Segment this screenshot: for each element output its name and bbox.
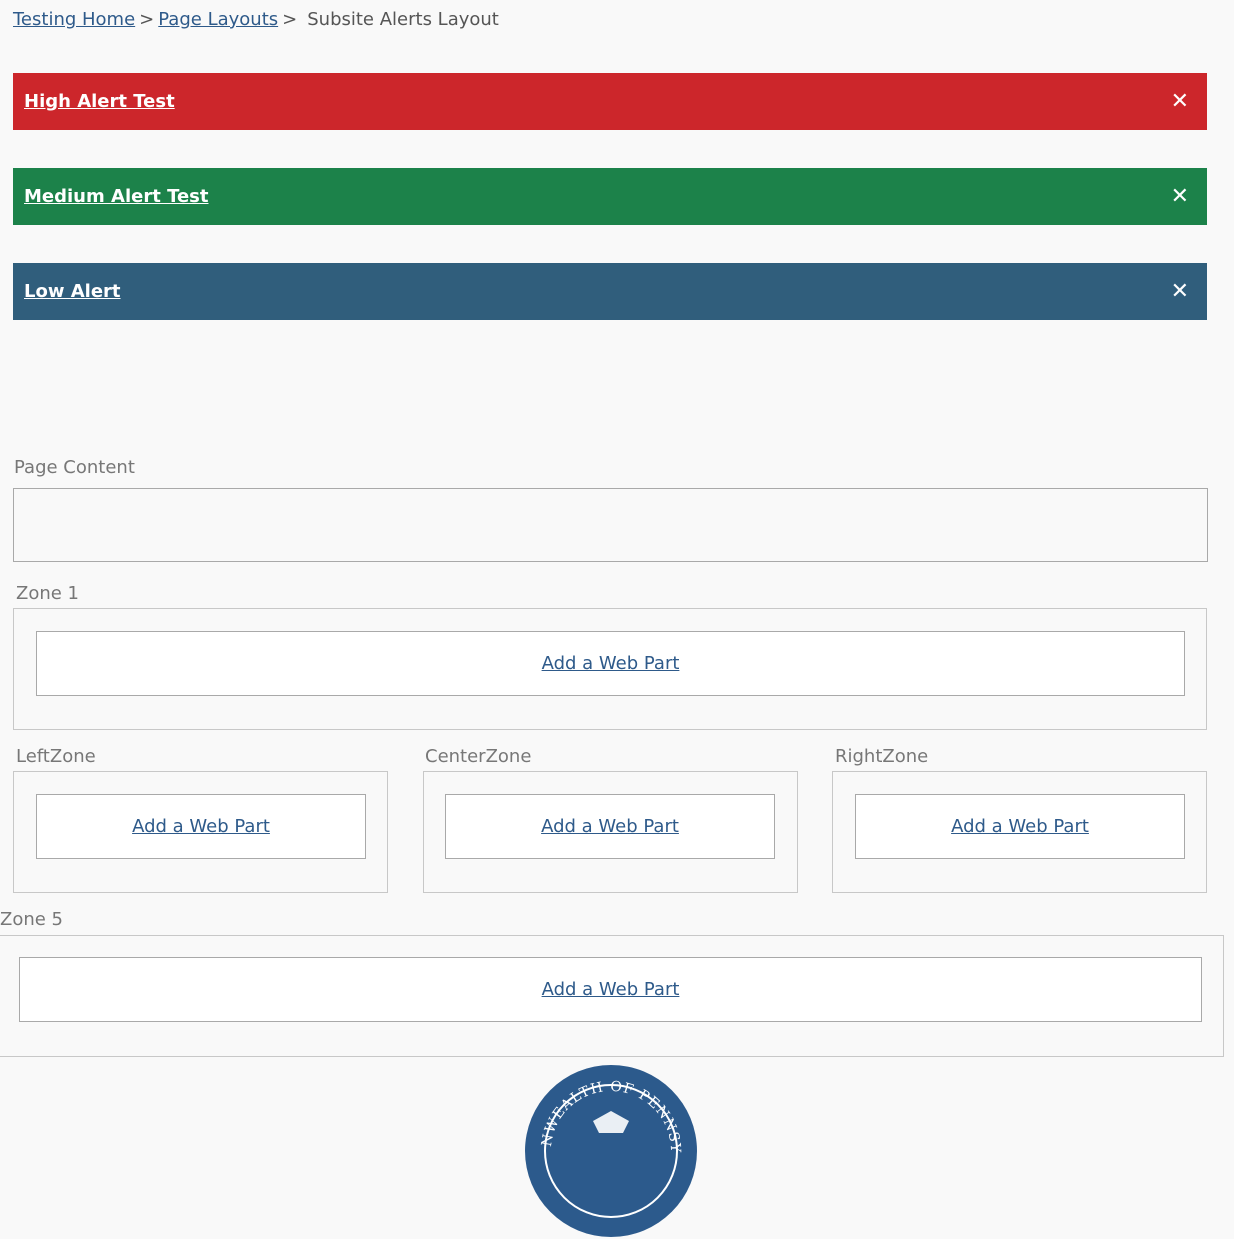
rightzone-label: RightZone [835,746,929,767]
leftzone-webpart-box: Add a Web Part [36,794,366,859]
breadcrumb-current: Subsite Alerts Layout [307,9,499,30]
add-web-part-link[interactable]: Add a Web Part [542,653,680,674]
zone5-label: Zone 5 [0,909,63,930]
breadcrumb-link-testing-home[interactable]: Testing Home [13,9,135,30]
add-web-part-link[interactable]: Add a Web Part [542,979,680,1000]
high-alert-link[interactable]: High Alert Test [24,91,175,112]
commonwealth-seal-logo: COMMONWEALTH OF PENNSYLVANIA [523,1063,697,1237]
add-web-part-link[interactable]: Add a Web Part [541,816,679,837]
zone1-label: Zone 1 [16,583,79,604]
close-icon[interactable]: ✕ [1171,280,1189,303]
centerzone-label: CenterZone [425,746,532,767]
rightzone-container: Add a Web Part [832,771,1207,893]
zone1-container: Add a Web Part [13,608,1207,730]
add-web-part-link[interactable]: Add a Web Part [132,816,270,837]
page-content-field[interactable] [13,488,1208,562]
leftzone-label: LeftZone [16,746,96,767]
low-alert-link[interactable]: Low Alert [24,281,121,302]
zone5-webpart-box: Add a Web Part [19,957,1202,1022]
medium-alert-link[interactable]: Medium Alert Test [24,186,208,207]
breadcrumb: Testing Home > Page Layouts > Subsite Alerts… [13,8,499,32]
close-icon[interactable]: ✕ [1171,185,1189,208]
centerzone-webpart-box: Add a Web Part [445,794,775,859]
breadcrumb-separator: > [139,9,155,30]
high-alert-banner: High Alert Test ✕ [13,73,1207,130]
breadcrumb-separator: > [282,9,298,30]
zone5-container: Add a Web Part [0,935,1224,1057]
medium-alert-banner: Medium Alert Test ✕ [13,168,1207,225]
close-icon[interactable]: ✕ [1171,90,1189,113]
page-content-label: Page Content [14,457,135,478]
leftzone-container: Add a Web Part [13,771,388,893]
add-web-part-link[interactable]: Add a Web Part [951,816,1089,837]
zone1-webpart-box: Add a Web Part [36,631,1185,696]
breadcrumb-link-page-layouts[interactable]: Page Layouts [158,9,278,30]
centerzone-container: Add a Web Part [423,771,798,893]
low-alert-banner: Low Alert ✕ [13,263,1207,320]
rightzone-webpart-box: Add a Web Part [855,794,1185,859]
